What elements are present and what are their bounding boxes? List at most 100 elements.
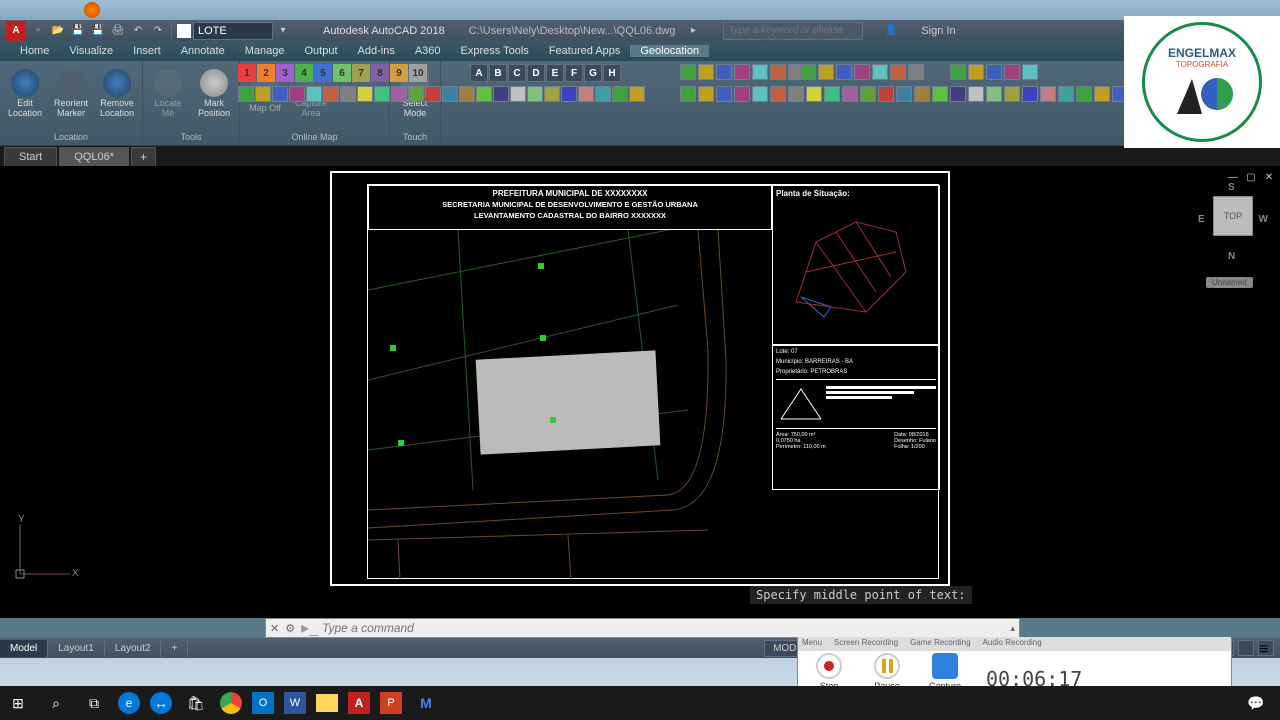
layer-let-D[interactable]: D [527, 64, 545, 82]
drawing-canvas[interactable]: — ▢ ✕ Y X PREFEITURA MUNICIPAL DE XXXXXX… [0, 166, 1280, 614]
menu-insert[interactable]: Insert [123, 45, 171, 57]
powerpoint-icon[interactable]: P [380, 692, 402, 714]
edge-icon[interactable]: e [118, 692, 140, 714]
toolbar-icon[interactable] [968, 64, 984, 80]
viewcube[interactable]: S E W N TOP Unnamed [1202, 182, 1264, 272]
toolbar-icon[interactable] [836, 64, 852, 80]
toolbar-icon[interactable] [860, 86, 876, 102]
toolbar-icon[interactable] [1076, 86, 1092, 102]
toolbar-icon[interactable] [896, 86, 912, 102]
toolbar-icon[interactable] [908, 64, 924, 80]
layer-dropdown[interactable] [193, 22, 273, 40]
toolbar-icon[interactable] [306, 86, 322, 102]
toolbar-icon[interactable] [800, 64, 816, 80]
rec-tab-menu[interactable]: Menu [802, 638, 822, 650]
menu-visualize[interactable]: Visualize [59, 45, 123, 57]
taskview-icon[interactable]: ⧉ [80, 689, 108, 717]
toolbar-icon[interactable] [476, 86, 492, 102]
toolbar-icon[interactable] [1040, 86, 1056, 102]
toolbar-icon[interactable] [734, 86, 750, 102]
toolbar-icon[interactable] [238, 86, 254, 102]
toolbar-icon[interactable] [854, 64, 870, 80]
toolbar-icon[interactable] [680, 86, 696, 102]
rec-tab-screen[interactable]: Screen Recording [834, 638, 898, 650]
teamviewer-icon[interactable]: ↔ [150, 692, 172, 714]
toolbar-icon[interactable] [698, 86, 714, 102]
cmdline-config-icon[interactable]: ⚙ [285, 622, 295, 635]
qat-dropdown-icon[interactable]: ▾ [275, 23, 291, 39]
layer-num-10[interactable]: 10 [409, 64, 427, 82]
qat-redo-icon[interactable]: ↷ [150, 23, 166, 39]
toolbar-icon[interactable] [878, 86, 894, 102]
toolbar-icon[interactable] [914, 86, 930, 102]
tab-new[interactable]: + [131, 147, 156, 166]
toolbar-icon[interactable] [716, 86, 732, 102]
viewcube-ucs-label[interactable]: Unnamed [1206, 277, 1253, 288]
toolbar-icon[interactable] [510, 86, 526, 102]
toolbar-icon[interactable] [1022, 86, 1038, 102]
layer-let-E[interactable]: E [546, 64, 564, 82]
autocad-icon[interactable]: A [348, 692, 370, 714]
command-input[interactable] [322, 621, 1010, 635]
layer-let-A[interactable]: A [470, 64, 488, 82]
toolbar-icon[interactable] [561, 86, 577, 102]
search-icon[interactable]: ▸ [685, 23, 701, 39]
viewcube-top-face[interactable]: TOP [1213, 196, 1253, 236]
toolbar-icon[interactable] [716, 64, 732, 80]
toolbar-icon[interactable] [734, 64, 750, 80]
qat-saveas-icon[interactable]: 💾 [90, 23, 106, 39]
layer-let-C[interactable]: C [508, 64, 526, 82]
mark-position-button[interactable]: Mark Position [193, 63, 235, 125]
layer-num-6[interactable]: 6 [333, 64, 351, 82]
toolbar-icon[interactable] [374, 86, 390, 102]
toolbar-icon[interactable] [527, 86, 543, 102]
selected-lot[interactable] [476, 350, 661, 454]
layer-num-4[interactable]: 4 [295, 64, 313, 82]
layout-1[interactable]: Layout1 [48, 640, 105, 657]
toolbar-icon[interactable] [289, 86, 305, 102]
layer-num-3[interactable]: 3 [276, 64, 294, 82]
toolbar-icon[interactable] [770, 86, 786, 102]
toolbar-icon[interactable] [425, 86, 441, 102]
toolbar-icon[interactable] [986, 64, 1002, 80]
toolbar-icon[interactable] [950, 86, 966, 102]
toolbar-icon[interactable] [442, 86, 458, 102]
toolbar-icon[interactable] [1058, 86, 1074, 102]
rec-tab-game[interactable]: Game Recording [910, 638, 970, 650]
layer-num-9[interactable]: 9 [390, 64, 408, 82]
toolbar-icon[interactable] [391, 86, 407, 102]
status-clean-icon[interactable] [1238, 640, 1254, 656]
layer-num-7[interactable]: 7 [352, 64, 370, 82]
toolbar-icon[interactable] [1004, 86, 1020, 102]
toolbar-icon[interactable] [629, 86, 645, 102]
toolbar-icon[interactable] [806, 86, 822, 102]
menu-home[interactable]: Home [10, 45, 59, 57]
toolbar-icon[interactable] [1004, 64, 1020, 80]
edit-location-button[interactable]: Edit Location [4, 63, 46, 125]
qat-save-icon[interactable]: 💾 [70, 23, 86, 39]
remove-location-button[interactable]: Remove Location [96, 63, 138, 125]
toolbar-icon[interactable] [890, 64, 906, 80]
qat-open-icon[interactable]: 📂 [50, 23, 66, 39]
toolbar-icon[interactable] [752, 64, 768, 80]
toolbar-icon[interactable] [932, 86, 948, 102]
toolbar-icon[interactable] [612, 86, 628, 102]
infocenter-icon[interactable]: 👤 [883, 23, 899, 39]
menu-manage[interactable]: Manage [235, 45, 295, 57]
qat-plot-icon[interactable]: 🖨 [110, 23, 126, 39]
signin-button[interactable]: Sign In [921, 25, 955, 37]
layer-let-F[interactable]: F [565, 64, 583, 82]
reorient-marker-button[interactable]: Reorient Marker [50, 63, 92, 125]
layer-num-8[interactable]: 8 [371, 64, 389, 82]
menu-addins[interactable]: Add-ins [348, 45, 405, 57]
outlook-icon[interactable]: O [252, 692, 274, 714]
start-icon[interactable]: ⊞ [4, 689, 32, 717]
firefox-icon[interactable] [84, 2, 100, 18]
toolbar-icon[interactable] [824, 86, 840, 102]
status-custom-icon[interactable]: ≡ [1258, 640, 1274, 656]
toolbar-icon[interactable] [950, 64, 966, 80]
toolbar-icon[interactable] [595, 86, 611, 102]
toolbar-icon[interactable] [872, 64, 888, 80]
menu-express[interactable]: Express Tools [451, 45, 539, 57]
toolbar-icon[interactable] [340, 86, 356, 102]
